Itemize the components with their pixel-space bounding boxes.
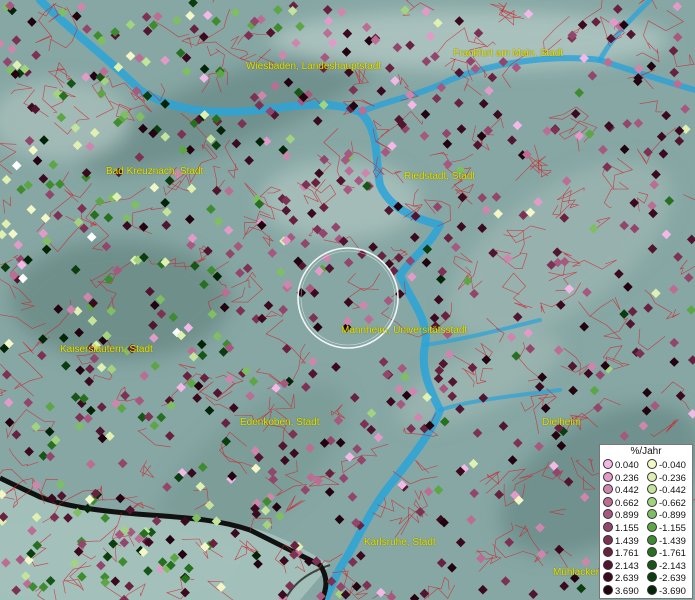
- legend-entry-positive: 0.236: [603, 471, 639, 484]
- city-label-muehlacker: Mühlacker: [553, 567, 600, 578]
- legend-swatch: [647, 572, 657, 583]
- legend-label: 1.761: [615, 548, 639, 560]
- legend-swatch: [603, 471, 613, 482]
- city-label-kaiserslautern: Kaiserslautern, Stadt: [60, 344, 153, 355]
- legend-row: 0.662 -0.662: [600, 496, 692, 509]
- legend-label: 0.662: [615, 497, 639, 509]
- legend-swatch: [603, 559, 613, 570]
- legend-label: -3.690: [659, 586, 686, 597]
- legend-entry-positive: 2.639: [603, 572, 639, 584]
- legend-label: -0.236: [659, 472, 686, 484]
- legend-swatch: [603, 534, 613, 545]
- legend-swatch: [647, 547, 657, 558]
- legend-swatch: [647, 509, 657, 520]
- legend-label: -0.662: [659, 497, 686, 509]
- legend-entry-positive: 1.761: [603, 547, 639, 559]
- legend-swatch: [603, 572, 613, 583]
- legend-entry-negative: -0.236: [647, 471, 686, 484]
- legend-entry-positive: 1.155: [603, 522, 639, 534]
- legend-label: -0.442: [659, 485, 686, 497]
- city-label-mannheim: Mannheim, Universitätsstadt: [341, 325, 468, 336]
- legend-swatch: [603, 496, 613, 507]
- legend-row: 0.236 -0.236: [600, 471, 692, 484]
- legend-swatch: [647, 484, 657, 495]
- legend-row: 2.143 -2.143: [600, 559, 692, 572]
- city-label-karlsruhe: Karlsruhe, Stadt: [364, 537, 436, 548]
- legend-swatch: [647, 459, 657, 469]
- legend-row: 3.690 -3.690: [600, 585, 692, 597]
- legend-label: 0.899: [615, 510, 639, 522]
- legend-label: -1.761: [659, 548, 686, 560]
- legend-label: 1.439: [615, 535, 639, 547]
- legend-row: 1.155 -1.155: [600, 522, 692, 534]
- legend-entry-negative: -0.040: [647, 459, 686, 471]
- legend-label: 2.143: [615, 560, 639, 572]
- legend-swatch: [603, 459, 613, 469]
- legend-title: %/Jahr: [630, 446, 662, 457]
- legend-swatch: [603, 509, 613, 520]
- map-canvas[interactable]: [0, 0, 695, 600]
- legend-label: 0.040: [615, 460, 639, 471]
- legend-row: 0.040 -0.040: [600, 459, 692, 471]
- legend-swatch: [603, 522, 613, 532]
- legend-swatch: [603, 585, 613, 595]
- legend-entry-negative: -0.899: [647, 509, 686, 521]
- city-label-frankfurt: Frankfurt am Main, Stadt: [453, 48, 564, 59]
- map-view[interactable]: Wiesbaden, Landeshauptstadt Frankfurt am…: [0, 0, 695, 600]
- legend-row: 0.442 -0.442: [600, 484, 692, 496]
- legend-row: 0.899 -0.899: [600, 509, 692, 521]
- legend-entry-negative: -1.761: [647, 547, 686, 559]
- legend-entry-negative: -1.155: [647, 522, 686, 534]
- legend-entry-positive: 0.899: [603, 509, 639, 521]
- legend-entry-positive: 0.662: [603, 496, 639, 509]
- legend-label: -2.143: [659, 560, 686, 572]
- legend-label: -1.439: [659, 535, 686, 547]
- legend-swatch: [603, 547, 613, 558]
- legend-label: 1.155: [615, 523, 639, 534]
- legend-label: 0.236: [615, 472, 639, 484]
- city-label-bad-kreuznach: Bad Kreuznach, Stadt: [106, 166, 204, 177]
- legend-label: -0.040: [659, 460, 686, 471]
- legend-swatch: [647, 585, 657, 595]
- legend-swatch: [603, 484, 613, 495]
- legend-row: 1.439 -1.439: [600, 534, 692, 547]
- legend-row: 2.639 -2.639: [600, 572, 692, 584]
- legend-label: 0.442: [615, 485, 639, 497]
- legend-entry-positive: 2.143: [603, 559, 639, 572]
- legend-entry-negative: -2.639: [647, 572, 686, 584]
- city-label-riedstadt: Riedstadt, Stadt: [404, 171, 476, 182]
- legend-entry-positive: 0.442: [603, 484, 639, 496]
- legend-swatch: [647, 471, 657, 482]
- legend-entry-negative: -3.690: [647, 585, 686, 597]
- legend-swatch: [647, 559, 657, 570]
- city-label-wiesbaden: Wiesbaden, Landeshauptstadt: [246, 61, 382, 72]
- legend-entry-negative: -2.143: [647, 559, 686, 572]
- legend-label: -1.155: [659, 523, 686, 534]
- legend-entry-positive: 3.690: [603, 585, 639, 597]
- city-label-edenkoben: Edenkoben, Stadt: [240, 417, 320, 428]
- legend-label: 2.639: [615, 573, 639, 585]
- legend-swatch: [647, 496, 657, 507]
- legend-label: -2.639: [659, 573, 686, 585]
- legend-label: 3.690: [615, 586, 639, 597]
- legend-entry-negative: -1.439: [647, 534, 686, 547]
- legend: %/Jahr 0.040 -0.040 0.236 -0.236 0.442 -0.442…: [599, 444, 693, 599]
- legend-entry-negative: -0.662: [647, 496, 686, 509]
- legend-entry-negative: -0.442: [647, 484, 686, 496]
- legend-entry-positive: 0.040: [603, 459, 639, 471]
- legend-entry-positive: 1.439: [603, 534, 639, 547]
- legend-swatch: [647, 522, 657, 532]
- legend-swatch: [647, 534, 657, 545]
- legend-row: 1.761 -1.761: [600, 547, 692, 559]
- legend-label: -0.899: [659, 510, 686, 522]
- city-label-dielheim: Dielheim: [542, 417, 581, 428]
